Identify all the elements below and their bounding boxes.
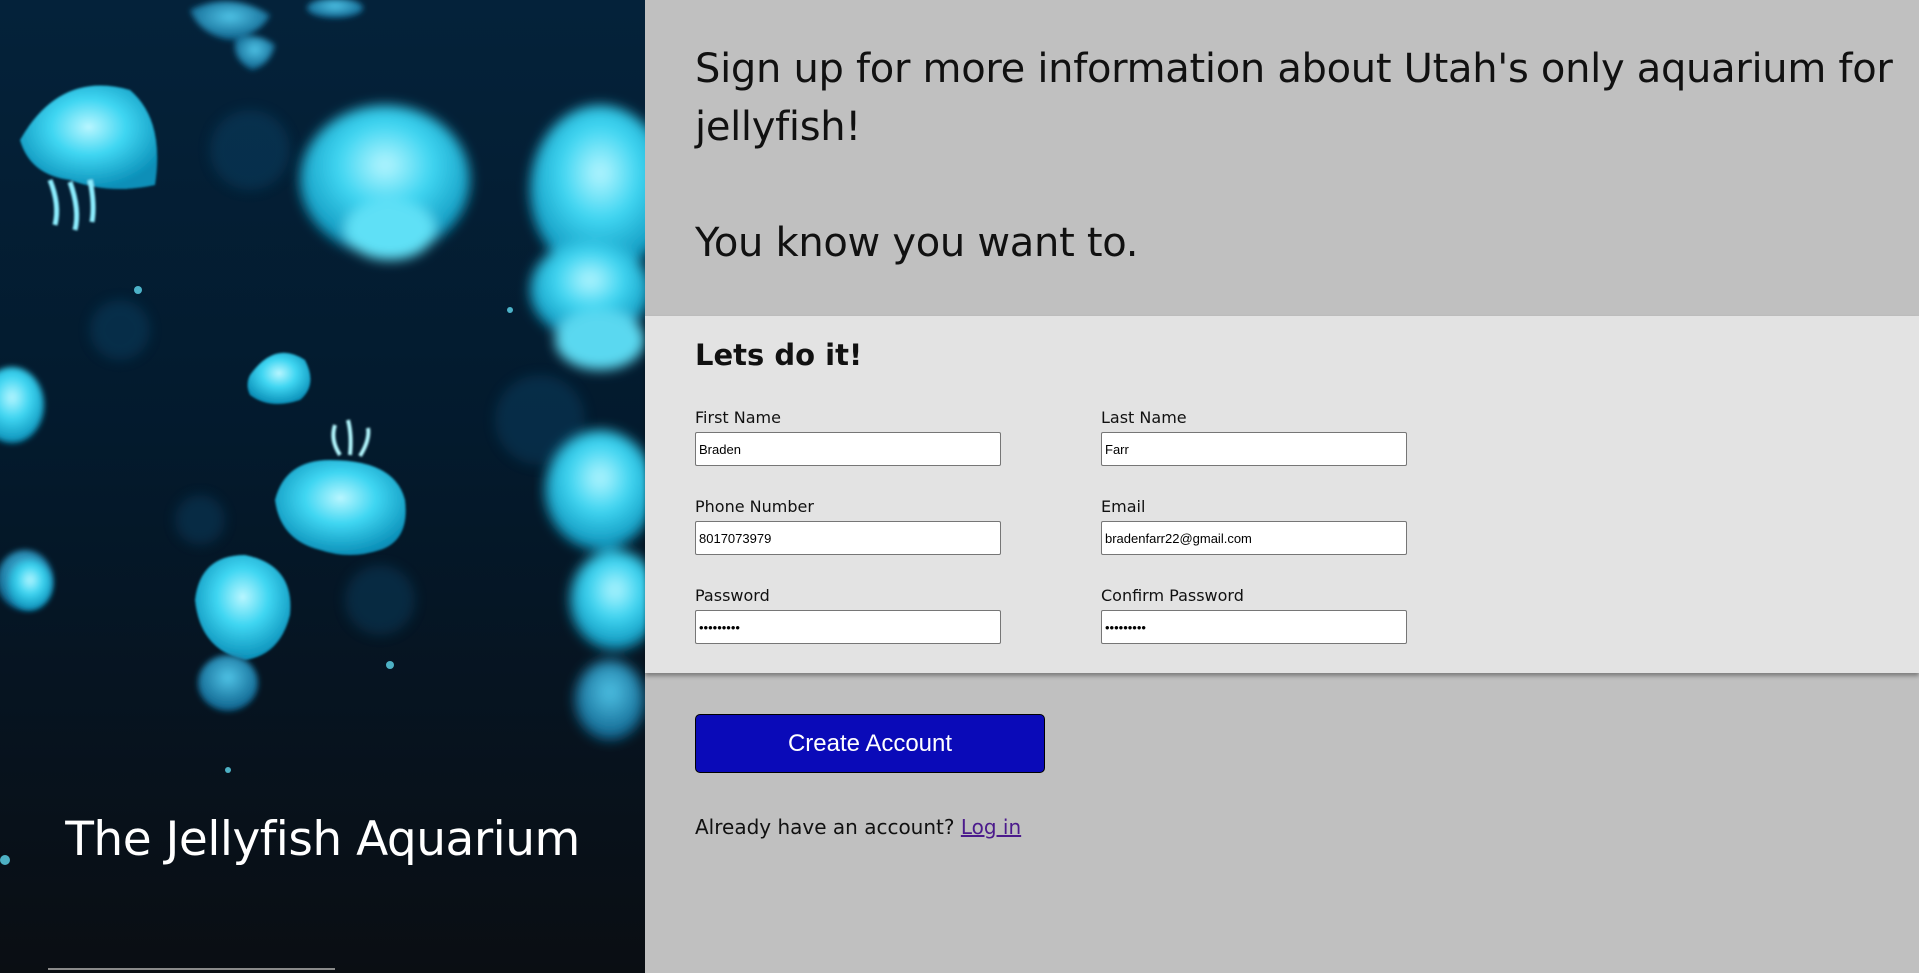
confirm-password-label: Confirm Password [1101,586,1244,605]
email-field: Email [1101,497,1407,555]
password-field: Password [695,586,1001,644]
confirm-password-field: Confirm Password [1101,586,1407,644]
first-name-label: First Name [695,408,781,427]
first-name-input[interactable] [695,432,1001,466]
phone-label: Phone Number [695,497,814,516]
password-input[interactable] [695,610,1001,644]
first-name-field: First Name [695,408,1001,466]
signup-form: Lets do it! First Name Last Name Phone N… [645,316,1919,673]
intro-headline: Sign up for more information about Utah'… [695,46,1893,150]
login-prompt: Already have an account? Log in [695,815,1021,839]
signup-content: Sign up for more information about Utah'… [645,0,1919,973]
site-title: The Jellyfish Aquarium [65,812,580,867]
intro-tagline: You know you want to. [695,220,1139,266]
hero-panel: The Jellyfish Aquarium [0,0,645,973]
intro-text: Sign up for more information about Utah'… [695,40,1895,272]
form-heading: Lets do it! [695,338,863,372]
email-input[interactable] [1101,521,1407,555]
password-label: Password [695,586,770,605]
phone-input[interactable] [695,521,1001,555]
email-label: Email [1101,497,1146,516]
login-link[interactable]: Log in [961,815,1021,839]
signup-page: The Jellyfish Aquarium Sign up for more … [0,0,1919,973]
last-name-label: Last Name [1101,408,1187,427]
phone-field: Phone Number [695,497,1001,555]
login-prompt-text: Already have an account? [695,815,955,839]
scrollbar-thumb[interactable] [48,968,335,970]
last-name-input[interactable] [1101,432,1407,466]
last-name-field: Last Name [1101,408,1407,466]
create-account-button[interactable]: Create Account [695,714,1045,773]
confirm-password-input[interactable] [1101,610,1407,644]
